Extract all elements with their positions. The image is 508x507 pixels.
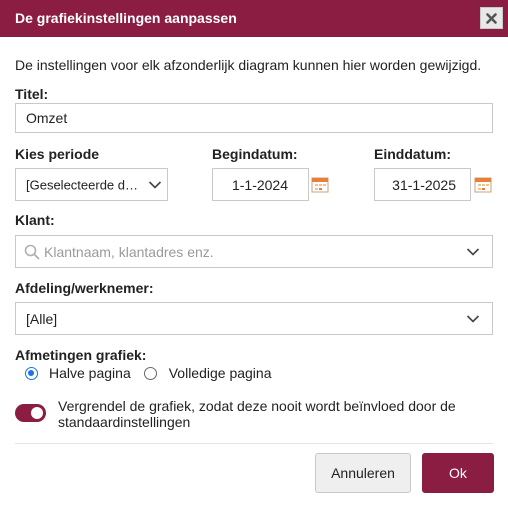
search-icon: [24, 244, 40, 260]
divider: [15, 443, 493, 444]
dialog-title: De grafiekinstellingen aanpassen: [15, 10, 237, 26]
toggle-knob: [31, 407, 43, 419]
client-search-placeholder: Klantnaam, klantadres enz.: [44, 243, 214, 260]
radio-full-page-label: Volledige pagina: [168, 365, 272, 381]
intro-text: De instellingen voor elk afzonderlijk di…: [15, 57, 482, 73]
chevron-down-icon[interactable]: [466, 247, 480, 256]
chart-size-options: Halve pagina Volledige pagina: [25, 365, 272, 381]
period-select-value: [Geselecteerde d…: [26, 177, 139, 192]
calendar-icon[interactable]: [311, 176, 329, 193]
radio-half-page-label: Halve pagina: [49, 365, 131, 381]
radio-half-page[interactable]: [25, 366, 38, 380]
ok-button[interactable]: Ok: [422, 453, 494, 493]
title-input-value: Omzet: [26, 110, 68, 126]
period-select[interactable]: [Geselecteerde d…: [15, 168, 168, 201]
end-date-value: 31-1-2025: [392, 176, 456, 193]
close-button[interactable]: [480, 7, 503, 29]
period-label: Kies periode: [15, 146, 100, 162]
end-date-input[interactable]: 31-1-2025: [374, 168, 471, 201]
settings-dialog: De grafiekinstellingen aanpassen De inst…: [0, 0, 508, 507]
client-search-input[interactable]: Klantnaam, klantadres enz.: [15, 235, 493, 268]
radio-full-page[interactable]: [143, 366, 157, 380]
department-select[interactable]: [Alle]: [15, 302, 493, 335]
chevron-down-icon: [148, 180, 162, 189]
chart-size-label: Afmetingen grafiek:: [15, 347, 147, 363]
chevron-down-icon: [466, 314, 480, 323]
cancel-button[interactable]: Annuleren: [315, 453, 411, 493]
calendar-icon[interactable]: [474, 176, 492, 193]
lock-label: Vergrendel de grafiek, zodat deze nooit …: [58, 398, 456, 430]
title-input[interactable]: Omzet: [15, 103, 493, 133]
department-select-value: [Alle]: [26, 310, 58, 327]
client-label: Klant:: [15, 212, 55, 228]
start-date-value: 1-1-2024: [231, 176, 288, 193]
start-date-label: Begindatum:: [212, 146, 298, 162]
start-date-input[interactable]: 1-1-2024: [212, 168, 309, 201]
title-label: Titel:: [15, 86, 49, 102]
lock-toggle[interactable]: [15, 404, 46, 422]
department-label: Afdeling/werknemer:: [15, 280, 154, 296]
close-icon: [486, 12, 497, 24]
dialog-titlebar: De grafiekinstellingen aanpassen: [0, 0, 508, 37]
end-date-label: Einddatum:: [374, 146, 451, 162]
